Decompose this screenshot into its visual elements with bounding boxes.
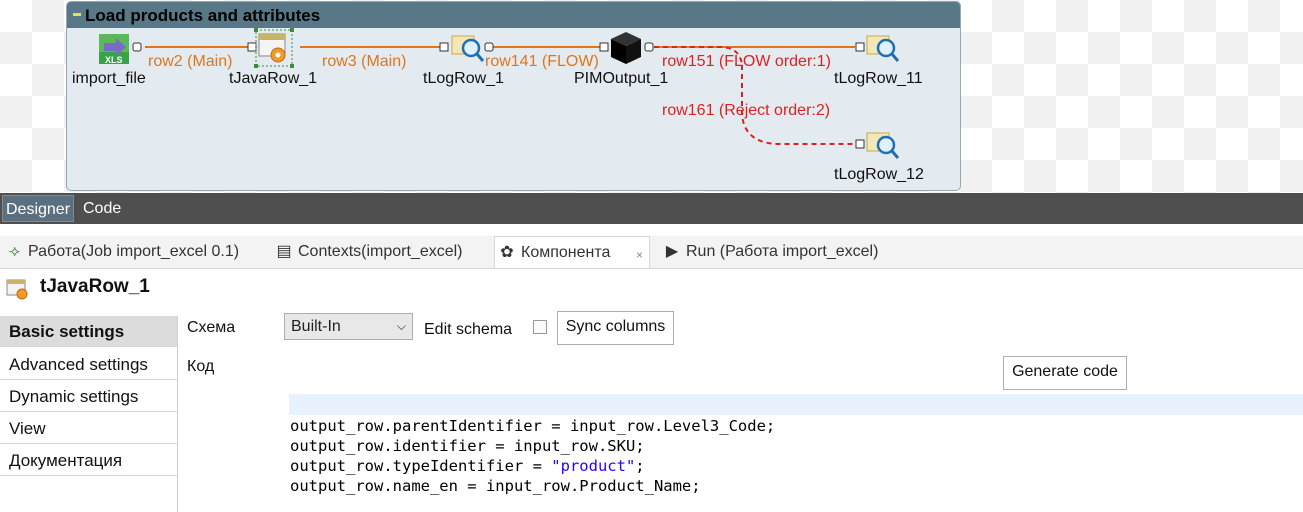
close-icon[interactable]: ×	[636, 239, 643, 271]
link-label-row151[interactable]: row151 (FLOW order:1)	[662, 53, 831, 71]
job-icon: ⟢	[8, 243, 20, 260]
tab-component[interactable]: ✿ Компонента ×	[494, 236, 650, 268]
code-lines: output_row.parentIdentifier = input_row.…	[290, 416, 775, 496]
link-label-row3[interactable]: row3 (Main)	[322, 53, 406, 71]
sidebar-item-dynamic-settings[interactable]: Dynamic settings	[0, 381, 177, 412]
log-row-icon[interactable]	[866, 34, 900, 64]
node-pim-output[interactable]: PIMOutput_1	[574, 70, 668, 88]
run-icon: ▶	[665, 243, 679, 260]
generate-code-button[interactable]: Generate code	[1003, 356, 1127, 390]
svg-text:XLS: XLS	[105, 55, 123, 65]
link-label-row141[interactable]: row141 (FLOW)	[485, 53, 599, 71]
edit-schema-label: Edit schema	[424, 321, 513, 338]
tab-designer[interactable]: Designer	[2, 195, 75, 222]
sync-columns-button[interactable]: Sync columns	[557, 311, 674, 345]
node-import-file[interactable]: import_file	[72, 70, 146, 88]
link-label-row161[interactable]: row161 (Reject order:2)	[662, 102, 830, 120]
log-row-icon[interactable]	[451, 34, 485, 64]
code-label: Код	[187, 358, 215, 375]
node-log-row-1[interactable]: tLogRow_1	[423, 70, 504, 88]
tab-contexts[interactable]: ▤ Contexts(import_excel)	[276, 236, 463, 268]
tab-job[interactable]: ⟢ Работа(Job import_excel 0.1)	[6, 236, 239, 268]
editor-tab-bar: Designer Code	[0, 193, 1303, 224]
sidebar-item-advanced-settings[interactable]: Advanced settings	[0, 349, 177, 380]
excel-input-icon[interactable]: XLS	[98, 33, 130, 65]
tab-job-label: Работа(Job import_excel 0.1)	[28, 243, 240, 260]
java-row-icon[interactable]	[254, 28, 294, 68]
sidebar-item-basic-settings[interactable]: Basic settings	[0, 316, 177, 347]
tab-run[interactable]: ▶ Run (Работа import_excel)	[664, 236, 879, 268]
designer-canvas[interactable]: Load products and attributes XLS import_…	[0, 0, 1303, 193]
code-line: output_row.parentIdentifier = input_row.…	[290, 417, 776, 435]
node-log-row-12[interactable]: tLogRow_12	[834, 166, 924, 184]
sidebar-item-documentation[interactable]: Документация	[0, 445, 177, 476]
component-title-text: tJavaRow_1	[40, 276, 150, 297]
java-row-icon	[6, 279, 28, 300]
node-java-row[interactable]: tJavaRow_1	[229, 70, 317, 88]
link-label-row2[interactable]: row2 (Main)	[148, 53, 232, 71]
schema-value: Built-In	[291, 318, 341, 335]
code-line: output_row.typeIdentifier = "product";	[290, 457, 645, 475]
schema-select[interactable]: Built-In ⌵	[284, 313, 413, 340]
pim-output-icon[interactable]	[610, 31, 642, 65]
node-log-row-11[interactable]: tLogRow_11	[834, 70, 923, 88]
view-tab-bar: ⟢ Работа(Job import_excel 0.1) ▤ Contexts(…	[0, 236, 1303, 269]
log-row-icon[interactable]	[866, 131, 900, 161]
palette-icon: ✿	[500, 244, 514, 261]
edit-schema-button[interactable]	[533, 320, 547, 334]
tab-contexts-label: Contexts(import_excel)	[298, 243, 463, 260]
code-line: output_row.name_en = input_row.Product_N…	[290, 477, 701, 495]
contexts-icon: ▤	[276, 243, 292, 260]
code-line: output_row.identifier = input_row.SKU;	[290, 437, 645, 455]
code-editor[interactable]: output_row.parentIdentifier = input_row.…	[289, 394, 1303, 512]
tab-code[interactable]: Code	[80, 195, 124, 222]
current-line-highlight	[289, 394, 1303, 415]
tab-component-label: Компонента	[521, 244, 611, 261]
settings-sidebar: Basic settings Advanced settings Dynamic…	[0, 316, 178, 512]
chevron-down-icon: ⌵	[396, 319, 406, 333]
schema-label: Схема	[187, 319, 236, 336]
sidebar-item-view[interactable]: View	[0, 413, 177, 444]
links-layer	[132, 42, 865, 149]
tab-run-label: Run (Работа import_excel)	[686, 243, 879, 260]
